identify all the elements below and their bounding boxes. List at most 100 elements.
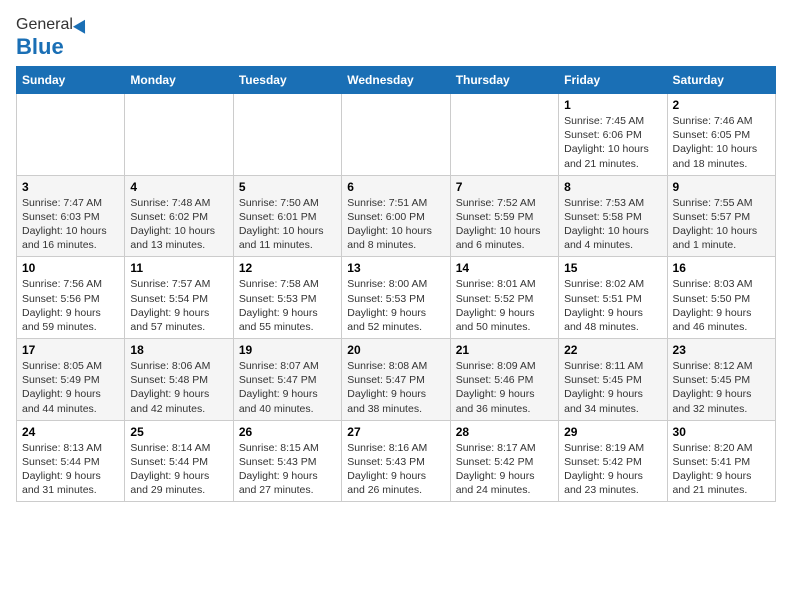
calendar-week-4: 17Sunrise: 8:05 AM Sunset: 5:49 PM Dayli…: [17, 339, 776, 421]
calendar-body: 1 Sunrise: 7:45 AM Sunset: 6:06 PM Daylig…: [17, 94, 776, 502]
calendar-cell: 25Sunrise: 8:14 AM Sunset: 5:44 PM Dayli…: [125, 420, 233, 502]
day-number: 13: [347, 261, 444, 275]
day-info: Sunrise: 8:01 AM Sunset: 5:52 PM Dayligh…: [456, 277, 553, 334]
day-info: Sunrise: 7:55 AM Sunset: 5:57 PM Dayligh…: [673, 196, 770, 253]
calendar-cell: 4Sunrise: 7:48 AM Sunset: 6:02 PM Daylig…: [125, 175, 233, 257]
calendar-header: SundayMondayTuesdayWednesdayThursdayFrid…: [17, 67, 776, 94]
day-number: 27: [347, 425, 444, 439]
calendar-cell: [450, 94, 558, 176]
calendar-cell: 20 Sunrise: 8:08 AM Sunset: 5:47 PM Dayli…: [342, 339, 450, 421]
day-number: 8: [564, 180, 661, 194]
day-number: 18: [130, 343, 227, 357]
calendar-cell: 17Sunrise: 8:05 AM Sunset: 5:49 PM Dayli…: [17, 339, 125, 421]
day-number: 20: [347, 343, 444, 357]
day-info: Sunrise: 8:19 AM Sunset: 5:42 PM Dayligh…: [564, 441, 661, 498]
day-info: Sunrise: 8:15 AM Sunset: 5:43 PM Dayligh…: [239, 441, 336, 498]
calendar-cell: 2 Sunrise: 7:46 AM Sunset: 6:05 PM Daylig…: [667, 94, 775, 176]
day-info: Sunrise: 7:50 AM Sunset: 6:01 PM Dayligh…: [239, 196, 336, 253]
logo-triangle-icon: [73, 16, 91, 33]
day-number: 19: [239, 343, 336, 357]
calendar-cell: 10 Sunrise: 7:56 AM Sunset: 5:56 PM Dayli…: [17, 257, 125, 339]
page-header: General Blue: [16, 16, 776, 60]
weekday-header-friday: Friday: [559, 67, 667, 94]
weekday-header-monday: Monday: [125, 67, 233, 94]
day-number: 12: [239, 261, 336, 275]
calendar-cell: 28 Sunrise: 8:17 AM Sunset: 5:42 PM Dayli…: [450, 420, 558, 502]
day-number: 25: [130, 425, 227, 439]
day-info: Sunrise: 8:03 AM Sunset: 5:50 PM Dayligh…: [673, 277, 770, 334]
calendar-cell: 23 Sunrise: 8:12 AM Sunset: 5:45 PM Dayli…: [667, 339, 775, 421]
day-number: 2: [673, 98, 770, 112]
calendar-week-2: 3 Sunrise: 7:47 AM Sunset: 6:03 PM Daylig…: [17, 175, 776, 257]
calendar-cell: 26 Sunrise: 8:15 AM Sunset: 5:43 PM Dayli…: [233, 420, 341, 502]
calendar-cell: 16 Sunrise: 8:03 AM Sunset: 5:50 PM Dayli…: [667, 257, 775, 339]
day-number: 24: [22, 425, 119, 439]
day-number: 9: [673, 180, 770, 194]
day-number: 28: [456, 425, 553, 439]
day-info: Sunrise: 7:51 AM Sunset: 6:00 PM Dayligh…: [347, 196, 444, 253]
day-number: 23: [673, 343, 770, 357]
day-number: 5: [239, 180, 336, 194]
calendar-cell: 6Sunrise: 7:51 AM Sunset: 6:00 PM Daylig…: [342, 175, 450, 257]
calendar-table: SundayMondayTuesdayWednesdayThursdayFrid…: [16, 66, 776, 502]
calendar-cell: 9 Sunrise: 7:55 AM Sunset: 5:57 PM Daylig…: [667, 175, 775, 257]
logo-general-text: General: [16, 16, 73, 34]
day-info: Sunrise: 7:45 AM Sunset: 6:06 PM Dayligh…: [564, 114, 661, 171]
day-number: 30: [673, 425, 770, 439]
calendar-cell: 22Sunrise: 8:11 AM Sunset: 5:45 PM Dayli…: [559, 339, 667, 421]
weekday-header-sunday: Sunday: [17, 67, 125, 94]
weekday-row: SundayMondayTuesdayWednesdayThursdayFrid…: [17, 67, 776, 94]
day-info: Sunrise: 8:09 AM Sunset: 5:46 PM Dayligh…: [456, 359, 553, 416]
calendar-cell: 3 Sunrise: 7:47 AM Sunset: 6:03 PM Daylig…: [17, 175, 125, 257]
calendar-cell: 13Sunrise: 8:00 AM Sunset: 5:53 PM Dayli…: [342, 257, 450, 339]
calendar-cell: [125, 94, 233, 176]
calendar-cell: 8 Sunrise: 7:53 AM Sunset: 5:58 PM Daylig…: [559, 175, 667, 257]
day-info: Sunrise: 7:47 AM Sunset: 6:03 PM Dayligh…: [22, 196, 119, 253]
calendar-cell: 27 Sunrise: 8:16 AM Sunset: 5:43 PM Dayli…: [342, 420, 450, 502]
day-info: Sunrise: 8:02 AM Sunset: 5:51 PM Dayligh…: [564, 277, 661, 334]
day-number: 17: [22, 343, 119, 357]
day-info: Sunrise: 7:48 AM Sunset: 6:02 PM Dayligh…: [130, 196, 227, 253]
calendar-cell: 1 Sunrise: 7:45 AM Sunset: 6:06 PM Daylig…: [559, 94, 667, 176]
day-number: 29: [564, 425, 661, 439]
calendar-cell: 12Sunrise: 7:58 AM Sunset: 5:53 PM Dayli…: [233, 257, 341, 339]
calendar-cell: 14 Sunrise: 8:01 AM Sunset: 5:52 PM Dayli…: [450, 257, 558, 339]
day-info: Sunrise: 7:57 AM Sunset: 5:54 PM Dayligh…: [130, 277, 227, 334]
calendar-cell: [233, 94, 341, 176]
day-info: Sunrise: 7:46 AM Sunset: 6:05 PM Dayligh…: [673, 114, 770, 171]
calendar-cell: [342, 94, 450, 176]
day-number: 10: [22, 261, 119, 275]
calendar-cell: [17, 94, 125, 176]
day-number: 14: [456, 261, 553, 275]
calendar-cell: 7Sunrise: 7:52 AM Sunset: 5:59 PM Daylig…: [450, 175, 558, 257]
day-info: Sunrise: 8:20 AM Sunset: 5:41 PM Dayligh…: [673, 441, 770, 498]
calendar-week-5: 24Sunrise: 8:13 AM Sunset: 5:44 PM Dayli…: [17, 420, 776, 502]
day-number: 21: [456, 343, 553, 357]
day-info: Sunrise: 8:12 AM Sunset: 5:45 PM Dayligh…: [673, 359, 770, 416]
day-number: 16: [673, 261, 770, 275]
day-info: Sunrise: 7:52 AM Sunset: 5:59 PM Dayligh…: [456, 196, 553, 253]
day-info: Sunrise: 7:53 AM Sunset: 5:58 PM Dayligh…: [564, 196, 661, 253]
weekday-header-tuesday: Tuesday: [233, 67, 341, 94]
day-number: 1: [564, 98, 661, 112]
day-number: 26: [239, 425, 336, 439]
calendar-cell: 18 Sunrise: 8:06 AM Sunset: 5:48 PM Dayli…: [125, 339, 233, 421]
day-info: Sunrise: 7:56 AM Sunset: 5:56 PM Dayligh…: [22, 277, 119, 334]
calendar-cell: 24Sunrise: 8:13 AM Sunset: 5:44 PM Dayli…: [17, 420, 125, 502]
calendar-week-1: 1 Sunrise: 7:45 AM Sunset: 6:06 PM Daylig…: [17, 94, 776, 176]
weekday-header-thursday: Thursday: [450, 67, 558, 94]
day-info: Sunrise: 8:17 AM Sunset: 5:42 PM Dayligh…: [456, 441, 553, 498]
calendar-cell: 11Sunrise: 7:57 AM Sunset: 5:54 PM Dayli…: [125, 257, 233, 339]
calendar-cell: 19Sunrise: 8:07 AM Sunset: 5:47 PM Dayli…: [233, 339, 341, 421]
day-info: Sunrise: 8:08 AM Sunset: 5:47 PM Dayligh…: [347, 359, 444, 416]
calendar-cell: 15 Sunrise: 8:02 AM Sunset: 5:51 PM Dayli…: [559, 257, 667, 339]
day-info: Sunrise: 8:16 AM Sunset: 5:43 PM Dayligh…: [347, 441, 444, 498]
calendar-week-3: 10 Sunrise: 7:56 AM Sunset: 5:56 PM Dayli…: [17, 257, 776, 339]
calendar-cell: 21 Sunrise: 8:09 AM Sunset: 5:46 PM Dayli…: [450, 339, 558, 421]
logo-blue-text: Blue: [16, 34, 64, 60]
day-info: Sunrise: 8:06 AM Sunset: 5:48 PM Dayligh…: [130, 359, 227, 416]
weekday-header-saturday: Saturday: [667, 67, 775, 94]
day-number: 15: [564, 261, 661, 275]
day-number: 22: [564, 343, 661, 357]
day-number: 3: [22, 180, 119, 194]
